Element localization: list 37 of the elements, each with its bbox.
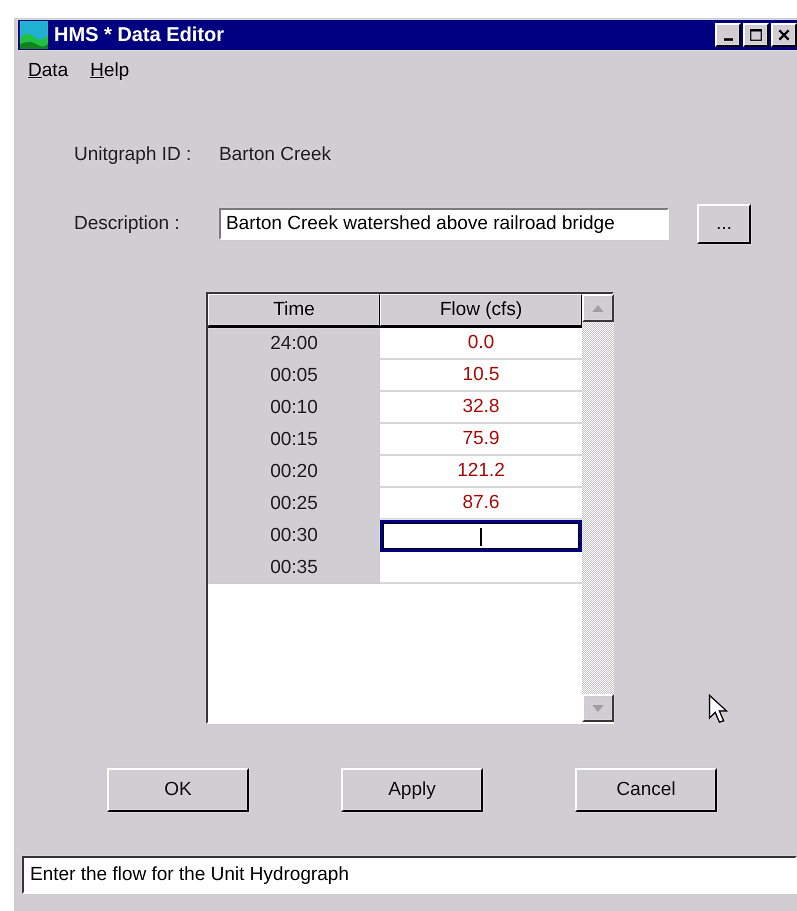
column-header[interactable]: Flow (cfs): [380, 294, 582, 326]
description-field[interactable]: Barton Creek watershed above railroad bridge: [219, 208, 669, 240]
close-icon: [777, 28, 791, 42]
scroll-down-button[interactable]: [582, 694, 614, 722]
field-label: Description :: [74, 213, 181, 235]
time-cell: 00:10: [208, 392, 380, 424]
menu-item[interactable]: Data: [28, 60, 68, 82]
unitgraph-id-value: Barton Creek: [219, 144, 331, 166]
maximize-button[interactable]: [743, 23, 769, 47]
dialog-button[interactable]: Apply: [341, 768, 483, 812]
window-title: HMS * Data Editor: [54, 24, 226, 46]
browse-button[interactable]: ...: [697, 204, 751, 244]
dialog-button[interactable]: Cancel: [575, 768, 717, 812]
maximize-icon: [749, 28, 763, 42]
time-cell: 00:35: [208, 552, 380, 584]
time-cell: 00:30: [208, 520, 380, 552]
flow-cell[interactable]: [380, 520, 582, 552]
landscape-icon: [20, 21, 48, 49]
field-label: Unitgraph ID :: [74, 144, 192, 166]
column-header[interactable]: Time: [208, 294, 380, 326]
dialog-button[interactable]: OK: [107, 768, 249, 812]
time-cell: 00:25: [208, 488, 380, 520]
time-cell: 00:15: [208, 424, 380, 456]
menu-item[interactable]: Help: [90, 60, 130, 82]
time-cell: 24:00: [208, 328, 380, 360]
status-bar: Enter the flow for the Unit Hydrograph: [22, 856, 797, 894]
text-caret: [480, 528, 482, 546]
mouse-pointer-icon: [708, 694, 728, 725]
minimize-icon: [724, 38, 732, 40]
down-arrow-icon: [592, 704, 604, 712]
scroll-up-button[interactable]: [582, 294, 614, 322]
minimize-button[interactable]: [715, 23, 741, 47]
time-cell: 00:05: [208, 360, 380, 392]
up-arrow-icon: [592, 304, 604, 312]
close-button[interactable]: [771, 23, 797, 47]
time-cell: 00:20: [208, 456, 380, 488]
scroll-bar[interactable]: [582, 294, 614, 722]
